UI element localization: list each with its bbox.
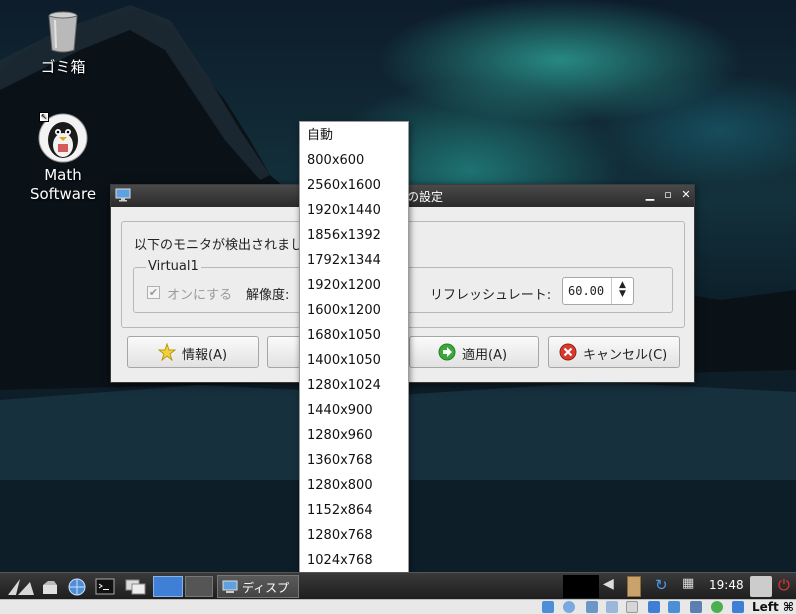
resolution-option[interactable]: 1280x1024 [300, 373, 408, 398]
host-status-bar: Left ⌘ [0, 599, 796, 614]
monitor-icon [222, 580, 238, 593]
cancel-x-icon [559, 343, 577, 361]
clipboard-icon[interactable] [627, 576, 641, 597]
resolution-option[interactable]: 1280x960 [300, 423, 408, 448]
host-key-label: Left ⌘ [752, 600, 795, 614]
resolution-option[interactable]: 1280x768 [300, 523, 408, 548]
usb-icon [586, 601, 598, 613]
refresh-rate-label: リフレッシュレート: [430, 288, 552, 303]
enable-checkbox-label: オンにする [167, 288, 233, 303]
hdd-icon [542, 601, 554, 613]
files-icon[interactable] [40, 576, 62, 597]
resolution-option[interactable]: 1360x768 [300, 448, 408, 473]
start-menu-icon[interactable] [6, 576, 36, 597]
optical-drive-icon [563, 601, 575, 613]
arrow-right-circle-icon [438, 343, 456, 361]
info-button[interactable]: 情報(A) [127, 336, 259, 368]
taskbar-task-display[interactable]: ディスプレ [217, 575, 299, 612]
cpu-icon [690, 601, 702, 613]
resolution-option[interactable]: 1920x1200 [300, 273, 408, 298]
network-adapter-icon [668, 601, 680, 613]
desktop-icon-trash[interactable]: ゴミ箱 [13, 10, 113, 77]
desktop-icon-label: Math Software [29, 166, 97, 203]
desktop-icon-math-software[interactable]: ↖ Math Software [13, 112, 113, 204]
update-icon[interactable]: ↻ [655, 576, 668, 597]
refresh-rate-value: 60.00 [568, 284, 605, 298]
resolution-option[interactable]: 800x600 [300, 148, 408, 173]
resolution-option[interactable]: 1400x1050 [300, 348, 408, 373]
apply-button-label: 適用(A) [462, 348, 508, 363]
tray-black-area [563, 575, 599, 598]
volume-icon[interactable]: ◀ [603, 576, 614, 597]
resolution-option[interactable]: 1856x1392 [300, 223, 408, 248]
monitor-group-title: Virtual1 [146, 259, 201, 274]
shared-folder-icon [606, 601, 618, 613]
taskbar-clock[interactable]: 19:48 [709, 578, 744, 592]
mouse-integration-icon [711, 601, 723, 613]
resolution-option[interactable]: 1792x1344 [300, 248, 408, 273]
monitor-icon [115, 188, 131, 202]
download-arrow-icon [732, 601, 744, 613]
power-icon[interactable]: ⏻ [778, 576, 790, 597]
video-capture-icon [648, 601, 660, 613]
trash-icon [48, 11, 78, 53]
resolution-option[interactable]: 2560x1600 [300, 173, 408, 198]
resolution-option[interactable]: 1024x768 [300, 548, 408, 573]
dialog-title: の設定 [407, 190, 444, 204]
browser-globe-icon[interactable] [66, 576, 88, 597]
display-icon [626, 601, 638, 613]
detected-monitors-label: 以下のモニタが検出されまし [134, 238, 304, 253]
keyboard-layout-icon[interactable] [750, 576, 772, 597]
info-button-label: 情報(A) [182, 348, 228, 363]
network-icon[interactable]: ▦ [682, 576, 694, 597]
terminal-icon[interactable] [94, 576, 116, 597]
star-icon [158, 343, 176, 361]
apply-button[interactable]: 適用(A) [409, 336, 539, 368]
workspace-2-button[interactable] [185, 576, 213, 597]
updown-chevron-icon: ▲ ▼ [611, 278, 633, 304]
resolution-option[interactable]: 1440x900 [300, 398, 408, 423]
shortcut-arrow-icon: ↖ [39, 112, 49, 122]
resolution-option[interactable]: 1680x1050 [300, 323, 408, 348]
resolution-option[interactable]: 1600x1200 [300, 298, 408, 323]
resolution-dropdown-menu: 自動 800x600 2560x1600 1920x1440 1856x1392 1792… [299, 121, 409, 598]
close-button[interactable]: ✕ [679, 188, 693, 202]
minimize-button[interactable]: ▁ [643, 188, 657, 202]
refresh-rate-select[interactable]: 60.00 ▲ ▼ [562, 277, 634, 305]
enable-checkbox[interactable]: ✔ [147, 286, 160, 299]
workspace-1-button[interactable] [153, 576, 183, 597]
desktop-icon-label: ゴミ箱 [40, 58, 86, 76]
maximize-button[interactable]: ▫ [661, 188, 675, 202]
resolution-label: 解像度: [246, 288, 290, 303]
resolution-option[interactable]: 1152x864 [300, 498, 408, 523]
windows-icon[interactable] [124, 576, 148, 597]
resolution-option[interactable]: 1920x1440 [300, 198, 408, 223]
cancel-button-label: キャンセル(C) [583, 348, 668, 363]
cancel-button[interactable]: キャンセル(C) [548, 336, 680, 368]
resolution-option[interactable]: 自動 [300, 123, 408, 148]
taskbar: ディスプレ ◀ ↻ ▦ 19:48 ⏻ [0, 572, 796, 612]
resolution-option[interactable]: 1280x800 [300, 473, 408, 498]
